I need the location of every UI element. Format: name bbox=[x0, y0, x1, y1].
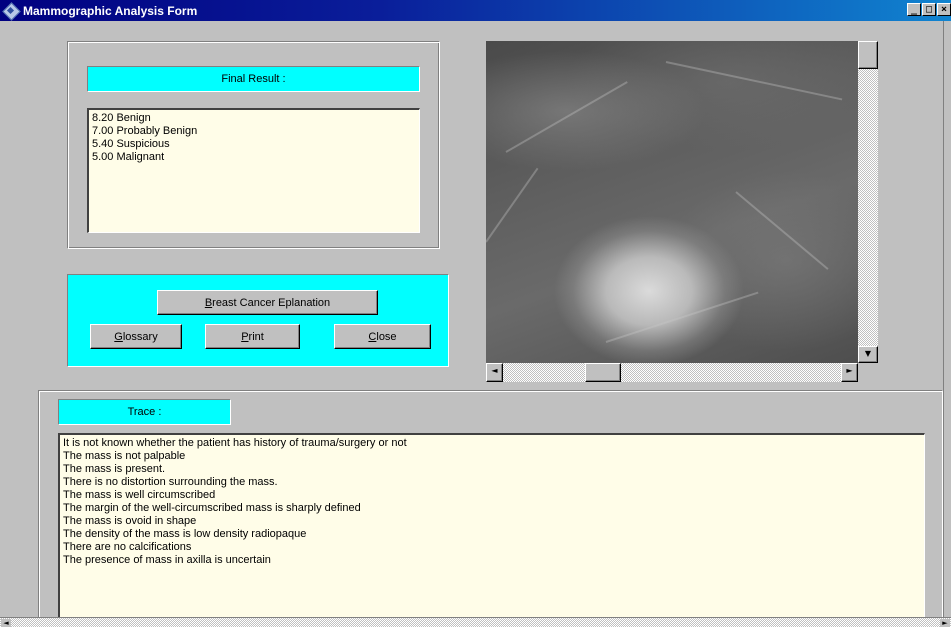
image-scroll-right-button[interactable]: ► bbox=[841, 363, 858, 382]
app-icon bbox=[3, 3, 19, 19]
glossary-accel: G bbox=[114, 330, 123, 343]
result-list-item[interactable]: 7.00 Probably Benign bbox=[92, 125, 416, 138]
trace-line[interactable]: There is no distortion surrounding the m… bbox=[63, 476, 921, 489]
close-accel: C bbox=[368, 330, 377, 343]
image-hscroll-thumb[interactable] bbox=[585, 363, 621, 382]
image-vscroll-thumb[interactable] bbox=[858, 41, 878, 69]
close-label: lose bbox=[376, 330, 397, 343]
breast-cancer-explanation-button[interactable]: Breast Cancer Eplanation bbox=[157, 290, 378, 315]
scroll-corner bbox=[858, 363, 878, 382]
trace-line[interactable]: The mass is not palpable bbox=[63, 450, 921, 463]
trace-label: Trace : bbox=[58, 399, 231, 425]
trace-line[interactable]: The presence of mass in axilla is uncert… bbox=[63, 554, 921, 567]
trace-line[interactable]: The mass is ovoid in shape bbox=[63, 515, 921, 528]
trace-line[interactable]: The density of the mass is low density r… bbox=[63, 528, 921, 541]
window-title: Mammographic Analysis Form bbox=[23, 3, 198, 18]
title-bar: Mammographic Analysis Form _ □ × bbox=[0, 0, 951, 21]
trace-line[interactable]: There are no calcifications bbox=[63, 541, 921, 554]
image-scroll-down-button[interactable]: ▼ bbox=[858, 346, 878, 363]
result-list-item[interactable]: 8.20 Benign bbox=[92, 112, 416, 125]
glossary-button[interactable]: Glossary bbox=[90, 324, 182, 349]
maximize-button[interactable]: □ bbox=[922, 3, 936, 16]
close-window-button[interactable]: × bbox=[937, 3, 951, 16]
window-controls: _ □ × bbox=[906, 3, 951, 16]
image-vertical-scrollbar[interactable]: ▼ bbox=[858, 41, 878, 363]
window-scroll-left-button[interactable]: ◄ bbox=[1, 619, 11, 627]
trace-line[interactable]: The mass is present. bbox=[63, 463, 921, 476]
glossary-label: lossary bbox=[122, 330, 158, 343]
button-panel bbox=[67, 274, 449, 367]
image-horizontal-scrollbar[interactable]: ◄ ► bbox=[486, 363, 858, 382]
image-scroll-left-button[interactable]: ◄ bbox=[486, 363, 503, 382]
result-list-item[interactable]: 5.40 Suspicious bbox=[92, 138, 416, 151]
close-button[interactable]: Close bbox=[334, 324, 431, 349]
image-viewer: ▼ ◄ ► bbox=[486, 41, 878, 382]
print-button[interactable]: Print bbox=[205, 324, 300, 349]
window-horizontal-scrollbar[interactable]: ◄ ► bbox=[0, 617, 951, 627]
result-list-item[interactable]: 5.00 Malignant bbox=[92, 151, 416, 164]
final-result-label: Final Result : bbox=[87, 66, 420, 92]
print-label: rint bbox=[248, 330, 264, 343]
minimize-button[interactable]: _ bbox=[907, 3, 921, 16]
print-accel: P bbox=[241, 330, 249, 343]
final-result-list[interactable]: 8.20 Benign 7.00 Probably Benign 5.40 Susp… bbox=[87, 108, 420, 233]
trace-line[interactable]: It is not known whether the patient has … bbox=[63, 437, 921, 450]
trace-list[interactable]: It is not known whether the patient has … bbox=[58, 433, 925, 619]
window-scroll-right-button[interactable]: ► bbox=[940, 619, 950, 627]
window-vertical-scrollbar[interactable] bbox=[943, 21, 951, 617]
explanation-label: reast Cancer Eplanation bbox=[212, 296, 331, 309]
mammogram-image bbox=[486, 41, 858, 363]
trace-line[interactable]: The mass is well circumscribed bbox=[63, 489, 921, 502]
trace-line[interactable]: The margin of the well-circumscribed mas… bbox=[63, 502, 921, 515]
explanation-accel: B bbox=[204, 296, 213, 309]
